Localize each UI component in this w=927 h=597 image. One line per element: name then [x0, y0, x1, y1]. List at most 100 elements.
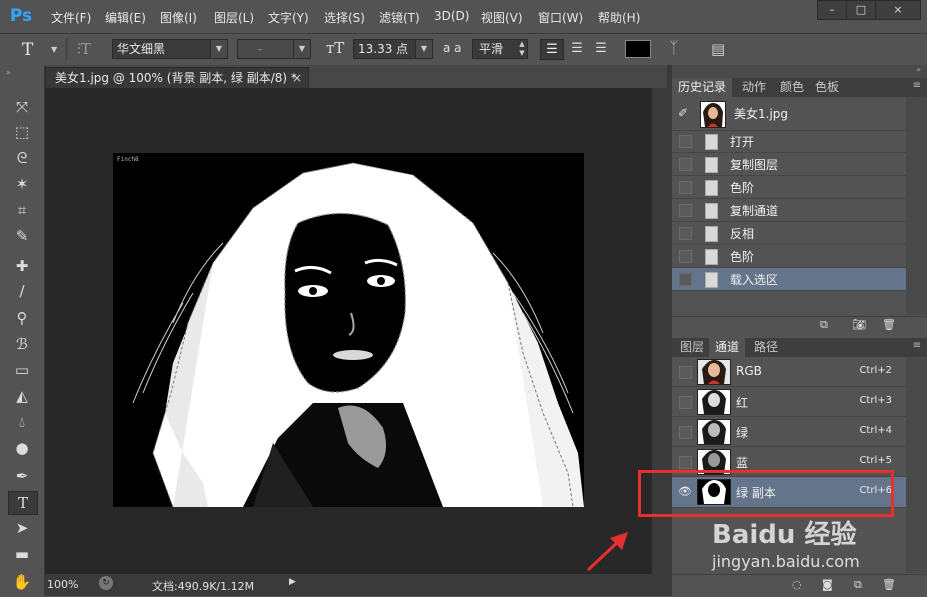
share-icon[interactable]: ↻	[99, 576, 113, 590]
hand-tool-icon[interactable]: ✋	[8, 571, 36, 593]
warp-text-icon[interactable]: ᛉ	[669, 38, 679, 57]
history-brush-tool-icon[interactable]: ℬ	[8, 333, 36, 355]
load-selection-icon[interactable]: ◌	[792, 578, 802, 591]
menu-view[interactable]: 视图(V)	[481, 9, 523, 26]
antialias-icon: a a	[443, 41, 462, 55]
history-item[interactable]: 复制通道	[672, 199, 906, 222]
character-panel-icon[interactable]: ▤	[711, 40, 725, 58]
dodge-tool-icon[interactable]: ●	[8, 437, 36, 459]
menu-window[interactable]: 窗口(W)	[538, 9, 583, 26]
menu-layer[interactable]: 图层(L)	[214, 9, 254, 26]
font-size-icon: ᴛT	[326, 39, 345, 57]
history-checkbox[interactable]	[679, 250, 692, 263]
text-color-swatch[interactable]	[625, 40, 651, 58]
tab-swatches[interactable]: 色板	[809, 78, 845, 97]
document-tab-title: 美女1.jpg @ 100% (背景 副本, 绿 副本/8) *	[55, 71, 297, 85]
minimize-button[interactable]: –	[817, 0, 847, 20]
healing-brush-tool-icon[interactable]: ✚	[8, 255, 36, 277]
menu-type[interactable]: 文字(Y)	[268, 9, 309, 26]
visibility-toggle[interactable]	[679, 456, 692, 469]
collapse-icon[interactable]: »	[6, 68, 11, 77]
new-snapshot-icon[interactable]: 📷︎	[852, 318, 866, 331]
channel-row-rgb[interactable]: RGB Ctrl+2	[672, 357, 906, 387]
tab-history[interactable]: 历史记录	[672, 78, 733, 97]
menu-3d[interactable]: 3D(D)	[434, 9, 469, 23]
move-tool-icon[interactable]: ⤧	[8, 96, 36, 118]
history-item[interactable]: 反相	[672, 222, 906, 245]
pen-tool-icon[interactable]: ✒	[8, 465, 36, 487]
tool-preset-chevron-icon[interactable]: ▼	[51, 45, 57, 54]
tab-channels[interactable]: 通道	[709, 338, 746, 357]
save-selection-icon[interactable]: ◙	[822, 578, 833, 591]
tab-paths[interactable]: 路径	[748, 338, 784, 357]
history-checkbox[interactable]	[679, 181, 692, 194]
font-style-select[interactable]: - ▼	[237, 39, 311, 59]
history-item-label: 色阶	[730, 250, 755, 264]
new-channel-icon[interactable]: ⧉	[854, 578, 862, 592]
tab-color[interactable]: 颜色	[774, 78, 810, 97]
visibility-toggle[interactable]	[679, 366, 692, 379]
history-item[interactable]: 色阶	[672, 176, 906, 199]
type-tool-icon[interactable]: T	[22, 40, 33, 60]
type-tool-button[interactable]: T	[8, 491, 38, 515]
history-item[interactable]: 打开	[672, 130, 906, 153]
new-document-icon[interactable]: ⧉	[820, 318, 828, 332]
menu-image[interactable]: 图像(I)	[160, 9, 197, 26]
font-size-select[interactable]: 13.33 点 ▼	[353, 39, 433, 59]
menu-filter[interactable]: 滤镜(T)	[379, 9, 420, 26]
collapse-panels-icon[interactable]: »	[916, 65, 921, 74]
maximize-button[interactable]: □	[846, 0, 876, 20]
history-checkbox[interactable]	[679, 135, 692, 148]
tab-actions[interactable]: 动作	[736, 78, 772, 97]
panel-menu-icon[interactable]: ≡	[913, 80, 921, 91]
history-checkbox[interactable]	[679, 273, 692, 286]
history-item[interactable]: 色阶	[672, 245, 906, 268]
font-family-select[interactable]: 华文细黑 ▼	[112, 39, 228, 59]
orientation-toggle-icon[interactable]: ⫶T	[77, 40, 91, 58]
close-window-button[interactable]: ×	[875, 0, 921, 20]
history-item-selected[interactable]: 载入选区	[672, 268, 906, 291]
history-snapshot[interactable]: ✐ 美女1.jpg	[672, 97, 906, 131]
align-center-button[interactable]: ☰	[566, 39, 588, 58]
brush-tool-icon[interactable]: ∕	[8, 280, 36, 302]
menu-help[interactable]: 帮助(H)	[598, 9, 640, 26]
trash-icon[interactable]: 🗑︎	[882, 578, 896, 591]
rectangle-tool-icon[interactable]: ▬	[8, 543, 36, 565]
path-selection-tool-icon[interactable]: ➤	[8, 517, 36, 539]
zoom-level[interactable]: 100%	[47, 578, 78, 591]
history-brush-source-icon[interactable]: ✐	[678, 106, 688, 120]
eraser-tool-icon[interactable]: ▭	[8, 359, 36, 381]
eyedropper-tool-icon[interactable]: ✎	[8, 225, 36, 247]
align-right-button[interactable]: ☰	[590, 39, 612, 58]
visibility-toggle[interactable]	[679, 426, 692, 439]
image-canvas[interactable]: Finch8	[113, 153, 584, 507]
antialias-select[interactable]: 平滑 ▲ ▼	[472, 39, 528, 59]
channel-row-red[interactable]: 红 Ctrl+3	[672, 387, 906, 417]
history-item[interactable]: 复制图层	[672, 153, 906, 176]
history-panel: 历史记录 动作 颜色 色板 ≡ ✐ 美女1.jpg 打开 复制图层 色阶 复制通…	[672, 78, 927, 336]
history-checkbox[interactable]	[679, 158, 692, 171]
history-scrollbar[interactable]	[906, 97, 927, 315]
menu-edit[interactable]: 编辑(E)	[105, 9, 146, 26]
stamp-tool-icon[interactable]: ⚲	[8, 307, 36, 329]
trash-icon[interactable]: 🗑︎	[882, 318, 896, 331]
blur-tool-icon[interactable]: 💧︎	[8, 411, 36, 433]
history-checkbox[interactable]	[679, 227, 692, 240]
align-left-button[interactable]: ☰	[540, 39, 564, 60]
tab-layers[interactable]: 图层	[674, 338, 710, 357]
panel-menu-icon[interactable]: ≡	[913, 340, 921, 351]
crop-tool-icon[interactable]: ⌗	[8, 199, 36, 221]
marquee-tool-icon[interactable]: ⬚	[8, 121, 36, 143]
lasso-tool-icon[interactable]: ᘓ	[8, 147, 36, 169]
paint-bucket-tool-icon[interactable]: ◭	[8, 385, 36, 407]
history-checkbox[interactable]	[679, 204, 692, 217]
close-tab-icon[interactable]: ×	[292, 68, 302, 88]
menu-file[interactable]: 文件(F)	[51, 9, 91, 26]
menu-select[interactable]: 选择(S)	[324, 9, 365, 26]
magic-wand-tool-icon[interactable]: ✶	[8, 173, 36, 195]
status-menu-arrow-icon[interactable]: ▶	[289, 577, 296, 587]
history-item-label: 载入选区	[730, 273, 779, 287]
channel-row-green[interactable]: 绿 Ctrl+4	[672, 417, 906, 447]
visibility-toggle[interactable]	[679, 396, 692, 409]
document-tab[interactable]: 美女1.jpg @ 100% (背景 副本, 绿 副本/8) * ×	[45, 67, 309, 89]
